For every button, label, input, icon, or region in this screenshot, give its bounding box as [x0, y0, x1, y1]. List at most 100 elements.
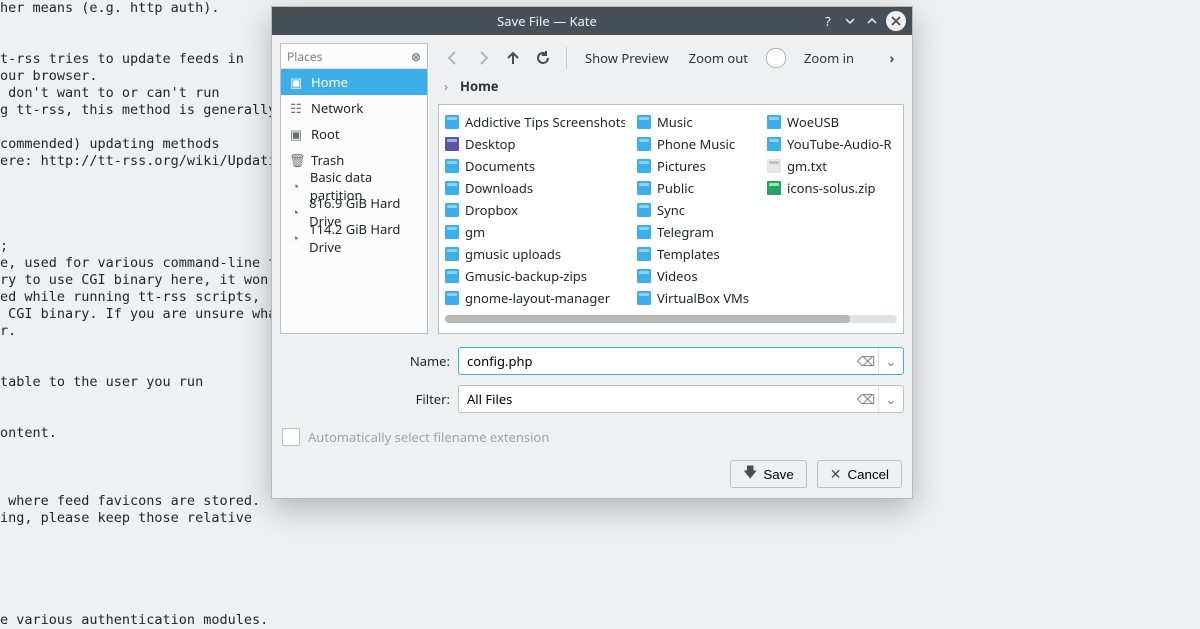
places-header-label: Places [287, 48, 411, 65]
place-network[interactable]: ☷ Network [281, 95, 427, 121]
toolbar-separator [566, 47, 567, 69]
place-label: 114.2 GiB Hard Drive [309, 220, 419, 256]
places-panel: Places ⊗ ▣Home ☷Network ▣Root 🗑Trash ◔Ba… [280, 43, 428, 334]
places-header: Places ⊗ [281, 44, 427, 69]
file-item[interactable]: Downloads [445, 177, 625, 199]
filter-dropdown-icon[interactable]: ⌄ [878, 386, 903, 412]
file-item[interactable]: Templates [637, 243, 755, 265]
name-combo: ⌫ ⌄ [458, 347, 904, 375]
zoom-out-button[interactable]: Zoom out [681, 49, 756, 67]
file-item[interactable]: Dropbox [445, 199, 625, 221]
file-label: Downloads [465, 179, 533, 197]
file-label: gm.txt [787, 157, 827, 175]
file-label: VirtualBox VMs [657, 289, 749, 307]
name-dropdown-icon[interactable]: ⌄ [878, 348, 903, 374]
chevron-right-icon[interactable]: › [444, 77, 448, 95]
file-item[interactable]: Pictures [637, 155, 755, 177]
file-label: WoeUSB [787, 113, 839, 131]
file-item[interactable]: icons-solus.zip [767, 177, 897, 199]
file-label: Templates [657, 245, 720, 263]
filter-label: Filter: [280, 390, 458, 408]
file-label: icons-solus.zip [787, 179, 876, 197]
file-item[interactable]: Telegram [637, 221, 755, 243]
place-root[interactable]: ▣Root [281, 121, 427, 147]
close-button[interactable] [886, 11, 906, 31]
titlebar: Save File — Kate ? [272, 7, 912, 35]
save-file-dialog: Save File — Kate ? Places ⊗ ▣Home ☷ Netwo… [271, 6, 913, 499]
nav-back[interactable] [440, 45, 466, 71]
horizontal-scrollbar[interactable] [445, 315, 897, 323]
toolbar-overflow[interactable]: › [882, 49, 902, 67]
file-item[interactable]: gmusic uploads [445, 243, 625, 265]
nav-reload[interactable] [530, 45, 556, 71]
maximize-button[interactable] [862, 11, 882, 31]
help-button[interactable]: ? [818, 11, 838, 31]
folder-icon [637, 115, 651, 129]
cancel-button[interactable]: ✕ Cancel [817, 460, 902, 488]
nav-up[interactable] [500, 45, 526, 71]
zoom-in-button[interactable]: Zoom in [796, 49, 862, 67]
cancel-icon: ✕ [830, 466, 842, 483]
file-item[interactable]: WoeUSB [767, 111, 897, 133]
file-item[interactable]: YouTube-Audio-R [767, 133, 897, 155]
folder-icon [445, 115, 459, 129]
place-label: Network [311, 99, 363, 117]
filter-input[interactable] [459, 386, 854, 412]
name-input[interactable] [459, 348, 854, 374]
trash-icon: 🗑 [289, 151, 303, 169]
file-item[interactable]: Sync [637, 199, 755, 221]
save-label: Save [763, 467, 793, 482]
file-label: YouTube-Audio-R [787, 135, 892, 153]
file-item[interactable]: gm [445, 221, 625, 243]
file-item[interactable]: Gmusic-backup-zips [445, 265, 625, 287]
file-grid: Addictive Tips Screenshots Desktop Documen… [445, 111, 897, 309]
places-close-icon[interactable]: ⊗ [411, 48, 421, 65]
file-item[interactable]: Music [637, 111, 755, 133]
save-icon: 🡇 [743, 462, 757, 486]
place-home[interactable]: ▣Home [281, 69, 427, 95]
folder-icon [637, 269, 651, 283]
folder-icon [445, 181, 459, 195]
place-drive-114[interactable]: ◔114.2 GiB Hard Drive [281, 225, 427, 251]
network-icon: ☷ [289, 99, 303, 117]
nav-forward[interactable] [470, 45, 496, 71]
name-label: Name: [280, 352, 458, 370]
disk-icon: ◔ [289, 177, 302, 195]
zoom-slider[interactable] [766, 48, 786, 68]
file-item[interactable]: Documents [445, 155, 625, 177]
file-item[interactable]: gnome-layout-manager [445, 287, 625, 309]
place-label: Home [311, 73, 348, 91]
folder-icon [637, 291, 651, 305]
breadcrumb: › Home [438, 72, 904, 104]
file-item[interactable]: Public [637, 177, 755, 199]
file-item[interactable]: VirtualBox VMs [637, 287, 755, 309]
file-item[interactable]: Addictive Tips Screenshots [445, 111, 625, 133]
file-label: Phone Music [657, 135, 735, 153]
save-button[interactable]: 🡇 Save [730, 460, 807, 488]
d-file-icon [445, 137, 459, 151]
filter-clear-icon[interactable]: ⌫ [854, 386, 878, 412]
minimize-button[interactable] [840, 11, 860, 31]
file-label: Sync [657, 201, 685, 219]
show-preview-button[interactable]: Show Preview [577, 49, 677, 67]
file-label: Addictive Tips Screenshots [465, 113, 625, 131]
folder-icon [637, 203, 651, 217]
breadcrumb-home[interactable]: Home [460, 77, 499, 95]
file-label: Telegram [657, 223, 714, 241]
file-label: Videos [657, 267, 698, 285]
file-view: Addictive Tips Screenshots Desktop Documen… [438, 104, 904, 334]
auto-extension-checkbox[interactable]: Automatically select filename extension [280, 422, 904, 460]
folder-icon [445, 225, 459, 239]
file-item[interactable]: Videos [637, 265, 755, 287]
place-label: Root [311, 125, 340, 143]
name-clear-icon[interactable]: ⌫ [854, 348, 878, 374]
file-label: Documents [465, 157, 535, 175]
file-label: Public [657, 179, 694, 197]
file-item[interactable]: Desktop [445, 133, 625, 155]
folder-icon [637, 247, 651, 261]
folder-icon [445, 291, 459, 305]
file-item[interactable]: Phone Music [637, 133, 755, 155]
file-item[interactable]: gm.txt [767, 155, 897, 177]
folder-icon [445, 269, 459, 283]
cancel-label: Cancel [848, 467, 890, 482]
